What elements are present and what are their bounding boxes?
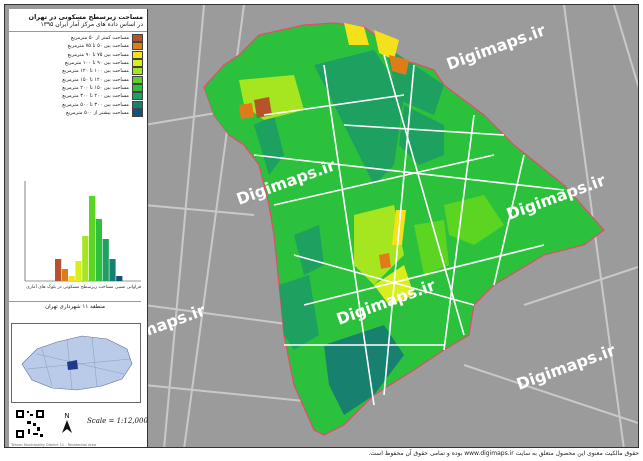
legend-swatch — [132, 100, 143, 109]
legend-title: مساحت زیرسطح مسکونی در تهران — [28, 13, 143, 21]
scale-label: Scale = 1:12,000 — [87, 417, 148, 425]
histogram-bar — [55, 259, 62, 281]
legend-swatch — [132, 34, 143, 43]
legend-swatch — [132, 83, 143, 92]
legend-item: مساحت بین ۳۰۰ تا ۵۰۰ مترمربع — [13, 100, 143, 109]
legend-item-label: مساحت کمتر از ۵۰ مترمربع — [70, 35, 129, 42]
legend-swatch — [132, 92, 143, 101]
legend-item-label: مساحت بین ۹۰ تا ۱۰۰ مترمربع — [64, 60, 129, 67]
legend-swatch — [132, 75, 143, 84]
legend-item-label: مساحت بین ۱۵۰ تا ۲۰۰ مترمربع — [62, 84, 129, 91]
legend-subtitle: در اساس داده های مرکز آمار ایران ۱۳۹۵ — [9, 21, 147, 32]
legend-item: مساحت بین ۹۰ تا ۱۰۰ مترمربع — [13, 59, 143, 68]
histogram-caption: فراوانی نسبی مساحت زیرسطح مسکونی در بلوک… — [26, 285, 141, 290]
legend-item: مساحت بیشتر از ۵۰۰ مترمربع — [13, 108, 143, 117]
copyright-text: حقوق مالکیت معنوی این محصول متعلق به سای… — [368, 450, 639, 457]
map-canvas[interactable]: Digimaps.ir Digimaps.ir Digimaps.ir Digi… — [144, 5, 639, 448]
svg-text:N: N — [64, 412, 69, 420]
legend-item-label: مساحت بین ۷۵ تا ۹۰ مترمربع — [67, 51, 129, 58]
locator-map — [11, 323, 141, 403]
credit-text: Tehran Municipality District 11 - Reside… — [11, 443, 97, 447]
district-label: منطقه ۱۱ شهرداری تهران — [9, 301, 141, 310]
legend-item: مساحت بین ۲۰۰ تا ۳۰۰ مترمربع — [13, 92, 143, 101]
legend-item-label: مساحت بین ۱۰۰ تا ۱۲۰ مترمربع — [62, 68, 129, 75]
legend-item-label: مساحت بین ۲۰۰ تا ۳۰۰ مترمربع — [62, 93, 129, 100]
legend-swatch — [132, 59, 143, 68]
north-arrow-icon: N — [62, 412, 72, 433]
histogram-bar — [61, 269, 68, 281]
histogram-bar — [116, 276, 123, 281]
histogram-chart — [24, 181, 141, 282]
histogram-bar — [102, 239, 109, 281]
legend-item-label: مساحت بین ۵۰ تا ۷۵ مترمربع — [67, 43, 129, 50]
legend-item: مساحت بین ۱۲۰ تا ۱۵۰ مترمربع — [13, 75, 143, 84]
map-frame: Digimaps.ir Digimaps.ir Digimaps.ir Digi… — [4, 4, 639, 448]
legend-item: مساحت بین ۵۰ تا ۷۵ مترمربع — [13, 42, 143, 51]
legend-item: مساحت بین ۱۵۰ تا ۲۰۰ مترمربع — [13, 83, 143, 92]
legend-item-label: مساحت بیشتر از ۵۰۰ مترمربع — [66, 109, 129, 116]
histogram-bar — [75, 261, 82, 281]
legend-item: مساحت بین ۷۵ تا ۹۰ مترمربع — [13, 50, 143, 59]
histogram-bar — [89, 196, 96, 281]
legend-swatch — [132, 67, 143, 76]
legend-item-label: مساحت بین ۱۲۰ تا ۱۵۰ مترمربع — [62, 76, 129, 83]
legend-swatch — [132, 50, 143, 59]
histogram-bar — [95, 219, 102, 281]
histogram-bar — [109, 259, 116, 281]
legend-items: مساحت کمتر از ۵۰ مترمربع مساحت بین ۵۰ تا… — [9, 32, 147, 117]
legend-swatch — [132, 108, 143, 117]
qr-code-icon — [15, 409, 45, 439]
legend-item-label: مساحت بین ۳۰۰ تا ۵۰۰ مترمربع — [62, 101, 129, 108]
legend-item: مساحت کمتر از ۵۰ مترمربع — [13, 34, 143, 43]
legend-swatch — [132, 42, 143, 51]
histogram-bar — [68, 276, 75, 281]
legend-panel: مساحت زیرسطح مسکونی در تهران در اساس داد… — [9, 9, 148, 447]
legend-footer: N Scale = 1:12,000 Tehran Municipality D… — [9, 403, 148, 447]
legend-item: مساحت بین ۱۰۰ تا ۱۲۰ مترمربع — [13, 67, 143, 76]
histogram-bar — [82, 236, 89, 281]
